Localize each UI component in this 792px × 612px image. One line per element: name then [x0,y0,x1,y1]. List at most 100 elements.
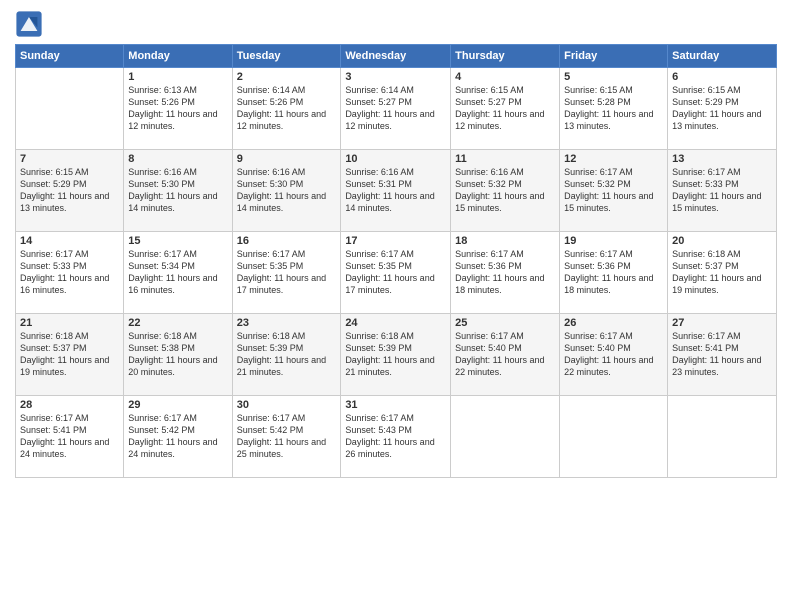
calendar-cell: 31Sunrise: 6:17 AM Sunset: 5:43 PM Dayli… [341,396,451,478]
calendar-week-4: 21Sunrise: 6:18 AM Sunset: 5:37 PM Dayli… [16,314,777,396]
day-number: 28 [20,399,119,411]
day-info: Sunrise: 6:17 AM Sunset: 5:43 PM Dayligh… [345,412,446,461]
day-info: Sunrise: 6:16 AM Sunset: 5:32 PM Dayligh… [455,166,555,215]
header-thursday: Thursday [451,45,560,68]
day-number: 3 [345,71,446,83]
header-sunday: Sunday [16,45,124,68]
day-info: Sunrise: 6:14 AM Sunset: 5:27 PM Dayligh… [345,84,446,133]
day-number: 25 [455,317,555,329]
calendar-cell: 4Sunrise: 6:15 AM Sunset: 5:27 PM Daylig… [451,68,560,150]
day-info: Sunrise: 6:17 AM Sunset: 5:41 PM Dayligh… [20,412,119,461]
day-info: Sunrise: 6:15 AM Sunset: 5:28 PM Dayligh… [564,84,663,133]
calendar-cell: 18Sunrise: 6:17 AM Sunset: 5:36 PM Dayli… [451,232,560,314]
day-number: 15 [128,235,227,247]
calendar-week-1: 1Sunrise: 6:13 AM Sunset: 5:26 PM Daylig… [16,68,777,150]
day-info: Sunrise: 6:17 AM Sunset: 5:40 PM Dayligh… [455,330,555,379]
day-info: Sunrise: 6:15 AM Sunset: 5:29 PM Dayligh… [672,84,772,133]
day-info: Sunrise: 6:18 AM Sunset: 5:37 PM Dayligh… [672,248,772,297]
calendar-cell: 23Sunrise: 6:18 AM Sunset: 5:39 PM Dayli… [232,314,341,396]
calendar-cell: 9Sunrise: 6:16 AM Sunset: 5:30 PM Daylig… [232,150,341,232]
day-info: Sunrise: 6:15 AM Sunset: 5:27 PM Dayligh… [455,84,555,133]
day-info: Sunrise: 6:17 AM Sunset: 5:42 PM Dayligh… [237,412,337,461]
calendar-cell: 11Sunrise: 6:16 AM Sunset: 5:32 PM Dayli… [451,150,560,232]
day-number: 4 [455,71,555,83]
calendar-cell: 12Sunrise: 6:17 AM Sunset: 5:32 PM Dayli… [560,150,668,232]
calendar-cell: 25Sunrise: 6:17 AM Sunset: 5:40 PM Dayli… [451,314,560,396]
header-wednesday: Wednesday [341,45,451,68]
calendar-cell: 29Sunrise: 6:17 AM Sunset: 5:42 PM Dayli… [124,396,232,478]
day-info: Sunrise: 6:14 AM Sunset: 5:26 PM Dayligh… [237,84,337,133]
day-info: Sunrise: 6:16 AM Sunset: 5:30 PM Dayligh… [237,166,337,215]
calendar-cell [16,68,124,150]
day-info: Sunrise: 6:16 AM Sunset: 5:31 PM Dayligh… [345,166,446,215]
calendar-cell: 17Sunrise: 6:17 AM Sunset: 5:35 PM Dayli… [341,232,451,314]
header-friday: Friday [560,45,668,68]
calendar-cell [451,396,560,478]
calendar-table: SundayMondayTuesdayWednesdayThursdayFrid… [15,44,777,478]
day-info: Sunrise: 6:18 AM Sunset: 5:39 PM Dayligh… [345,330,446,379]
day-info: Sunrise: 6:16 AM Sunset: 5:30 PM Dayligh… [128,166,227,215]
day-info: Sunrise: 6:17 AM Sunset: 5:33 PM Dayligh… [672,166,772,215]
calendar-cell: 14Sunrise: 6:17 AM Sunset: 5:33 PM Dayli… [16,232,124,314]
day-info: Sunrise: 6:15 AM Sunset: 5:29 PM Dayligh… [20,166,119,215]
header-saturday: Saturday [668,45,777,68]
day-info: Sunrise: 6:17 AM Sunset: 5:32 PM Dayligh… [564,166,663,215]
day-number: 12 [564,153,663,165]
day-info: Sunrise: 6:17 AM Sunset: 5:33 PM Dayligh… [20,248,119,297]
calendar-week-5: 28Sunrise: 6:17 AM Sunset: 5:41 PM Dayli… [16,396,777,478]
calendar-cell: 2Sunrise: 6:14 AM Sunset: 5:26 PM Daylig… [232,68,341,150]
calendar-week-2: 7Sunrise: 6:15 AM Sunset: 5:29 PM Daylig… [16,150,777,232]
calendar-cell: 7Sunrise: 6:15 AM Sunset: 5:29 PM Daylig… [16,150,124,232]
calendar-cell: 30Sunrise: 6:17 AM Sunset: 5:42 PM Dayli… [232,396,341,478]
day-number: 8 [128,153,227,165]
day-number: 27 [672,317,772,329]
day-number: 21 [20,317,119,329]
day-number: 7 [20,153,119,165]
calendar-cell: 8Sunrise: 6:16 AM Sunset: 5:30 PM Daylig… [124,150,232,232]
day-info: Sunrise: 6:18 AM Sunset: 5:37 PM Dayligh… [20,330,119,379]
day-number: 23 [237,317,337,329]
day-info: Sunrise: 6:17 AM Sunset: 5:35 PM Dayligh… [345,248,446,297]
calendar-week-3: 14Sunrise: 6:17 AM Sunset: 5:33 PM Dayli… [16,232,777,314]
calendar-cell: 5Sunrise: 6:15 AM Sunset: 5:28 PM Daylig… [560,68,668,150]
logo-icon [15,10,43,38]
day-number: 10 [345,153,446,165]
calendar-cell: 27Sunrise: 6:17 AM Sunset: 5:41 PM Dayli… [668,314,777,396]
day-number: 22 [128,317,227,329]
day-info: Sunrise: 6:13 AM Sunset: 5:26 PM Dayligh… [128,84,227,133]
calendar-cell: 16Sunrise: 6:17 AM Sunset: 5:35 PM Dayli… [232,232,341,314]
calendar-cell: 3Sunrise: 6:14 AM Sunset: 5:27 PM Daylig… [341,68,451,150]
calendar-cell: 15Sunrise: 6:17 AM Sunset: 5:34 PM Dayli… [124,232,232,314]
day-number: 11 [455,153,555,165]
calendar-cell: 24Sunrise: 6:18 AM Sunset: 5:39 PM Dayli… [341,314,451,396]
calendar-header-row: SundayMondayTuesdayWednesdayThursdayFrid… [16,45,777,68]
calendar-cell [668,396,777,478]
calendar-cell: 28Sunrise: 6:17 AM Sunset: 5:41 PM Dayli… [16,396,124,478]
day-number: 31 [345,399,446,411]
day-number: 5 [564,71,663,83]
day-number: 17 [345,235,446,247]
day-info: Sunrise: 6:17 AM Sunset: 5:34 PM Dayligh… [128,248,227,297]
day-info: Sunrise: 6:18 AM Sunset: 5:38 PM Dayligh… [128,330,227,379]
header-monday: Monday [124,45,232,68]
header-tuesday: Tuesday [232,45,341,68]
calendar-cell: 19Sunrise: 6:17 AM Sunset: 5:36 PM Dayli… [560,232,668,314]
day-number: 29 [128,399,227,411]
day-info: Sunrise: 6:17 AM Sunset: 5:40 PM Dayligh… [564,330,663,379]
calendar-cell: 13Sunrise: 6:17 AM Sunset: 5:33 PM Dayli… [668,150,777,232]
logo [15,10,47,38]
day-info: Sunrise: 6:18 AM Sunset: 5:39 PM Dayligh… [237,330,337,379]
page-container: SundayMondayTuesdayWednesdayThursdayFrid… [0,0,792,612]
day-info: Sunrise: 6:17 AM Sunset: 5:35 PM Dayligh… [237,248,337,297]
day-number: 1 [128,71,227,83]
day-number: 9 [237,153,337,165]
page-header [15,10,777,38]
day-info: Sunrise: 6:17 AM Sunset: 5:36 PM Dayligh… [455,248,555,297]
calendar-cell: 1Sunrise: 6:13 AM Sunset: 5:26 PM Daylig… [124,68,232,150]
calendar-cell: 26Sunrise: 6:17 AM Sunset: 5:40 PM Dayli… [560,314,668,396]
day-number: 24 [345,317,446,329]
day-number: 6 [672,71,772,83]
day-number: 18 [455,235,555,247]
day-number: 30 [237,399,337,411]
calendar-cell [560,396,668,478]
